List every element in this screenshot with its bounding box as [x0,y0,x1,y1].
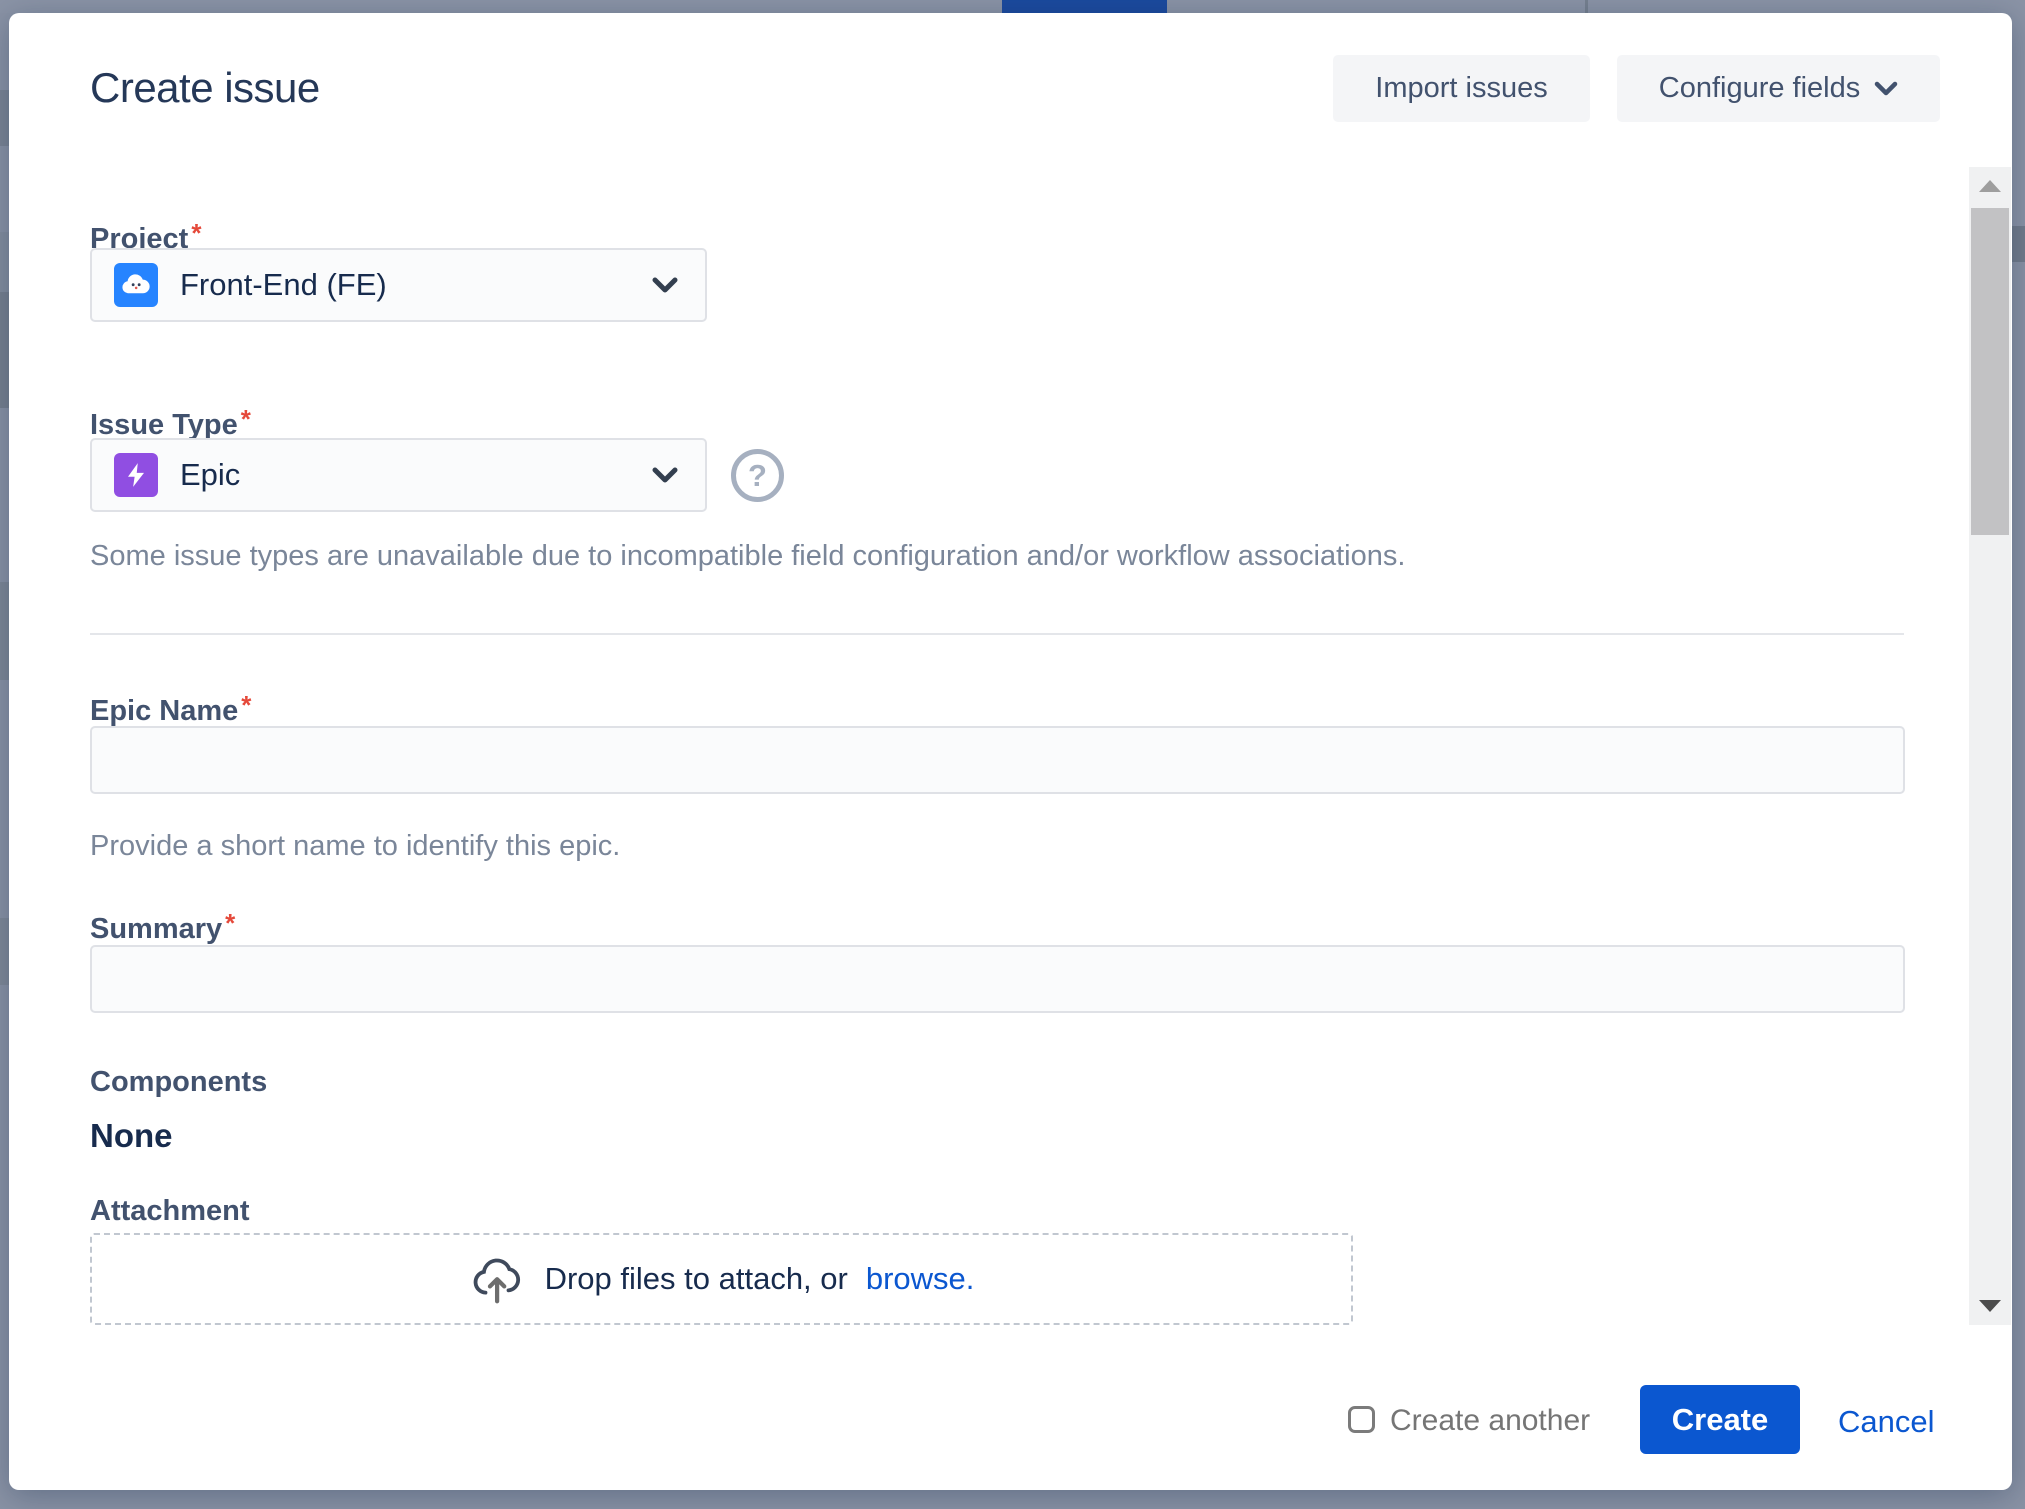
epic-name-label: Epic Name * [90,690,252,727]
dropzone-text: Drop files to attach, or [544,1261,848,1296]
issue-type-select-value: Epic [180,457,241,492]
attachment-dropzone[interactable]: Drop files to attach, or browse. [90,1233,1353,1325]
create-another-checkbox[interactable] [1348,1406,1375,1433]
components-value: None [90,1117,173,1154]
backdrop-right-strip [2012,0,2025,1509]
components-label: Components [90,1066,268,1098]
issue-type-label: Issue Type * [90,404,251,441]
backdrop-top-strip [0,0,2025,13]
backdrop-left-strip [0,0,9,1509]
required-asterisk: * [241,690,252,720]
epic-name-helper: Provide a short name to identify this ep… [90,830,621,862]
epic-lightning-icon [114,453,158,497]
scrollbar-up-arrow[interactable] [1969,167,2011,205]
import-issues-label: Import issues [1375,72,1548,104]
summary-label: Summary * [90,908,236,945]
background-nav-button-fragment [1002,0,1167,13]
project-select[interactable]: Front-End (FE) [90,248,707,322]
project-select-value: Front-End (FE) [180,267,387,302]
issue-type-select[interactable]: Epic [90,438,707,512]
required-asterisk: * [240,404,251,434]
attachment-label: Attachment [90,1195,250,1227]
chevron-down-icon [1875,81,1898,95]
chevron-down-icon [652,277,678,293]
browse-link[interactable]: browse. [866,1261,975,1297]
required-asterisk: * [191,218,202,248]
background-divider-fragment [1585,0,1588,13]
backdrop-bottom-strip [0,1490,2025,1509]
configure-fields-button[interactable]: Configure fields [1617,55,1940,122]
project-avatar-cloud-icon [114,263,158,307]
import-issues-button[interactable]: Import issues [1333,55,1590,122]
chevron-down-icon [652,467,678,483]
required-asterisk: * [225,908,236,938]
cancel-link[interactable]: Cancel [1838,1404,1935,1440]
scrollbar-down-arrow[interactable] [1969,1287,2011,1325]
create-issue-dialog: Create issue Import issues Configure fie… [9,13,2012,1490]
summary-input[interactable] [90,945,1905,1013]
dialog-title: Create issue [90,64,320,111]
scrollbar-thumb[interactable] [1971,208,2009,535]
create-button[interactable]: Create [1640,1385,1800,1454]
create-another-label[interactable]: Create another [1390,1404,1590,1438]
cloud-upload-icon [473,1258,520,1304]
section-divider [90,633,1904,635]
configure-fields-label: Configure fields [1658,72,1861,104]
help-icon[interactable]: ? [731,449,784,502]
issue-type-availability-note: Some issue types are unavailable due to … [90,540,1406,572]
triangle-down-icon [1979,1300,2001,1312]
triangle-up-icon [1979,180,2001,192]
dialog-scrollbar[interactable] [1969,167,2011,1325]
epic-name-input[interactable] [90,726,1905,794]
